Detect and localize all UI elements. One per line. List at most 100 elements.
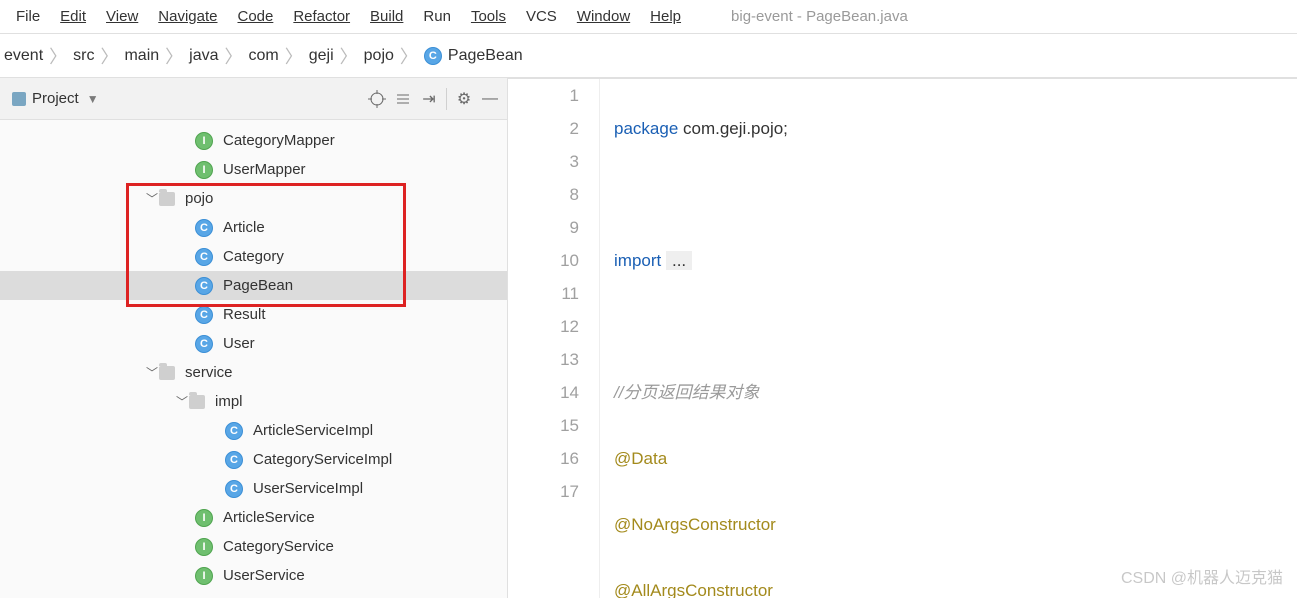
folder-icon (159, 192, 175, 206)
tree-folder-impl[interactable]: ﹀ impl (0, 387, 507, 416)
crumb-5[interactable]: geji (309, 47, 334, 65)
tree-label: ArticleServiceImpl (253, 422, 373, 439)
chevron-right-icon: 〉 (279, 43, 309, 69)
chevron-right-icon: 〉 (394, 43, 424, 69)
tree-label: CategoryMapper (223, 132, 335, 149)
line-number: 14 (508, 376, 579, 409)
tree-item-pagebean[interactable]: C PageBean (0, 271, 507, 300)
tree-item-category[interactable]: C Category (0, 242, 507, 271)
tree-label: CategoryServiceImpl (253, 451, 392, 468)
chevron-down-icon[interactable]: ▼ (87, 92, 99, 106)
class-icon: C (225, 422, 243, 440)
menu-navigate[interactable]: Navigate (148, 8, 227, 25)
line-number: 17 (508, 475, 579, 508)
tree-label: User (223, 335, 255, 352)
class-icon: C (195, 306, 213, 324)
tree-label: service (185, 364, 233, 381)
tree-label: PageBean (223, 277, 293, 294)
tree-item-user[interactable]: C User (0, 329, 507, 358)
crumb-file[interactable]: PageBean (448, 47, 523, 65)
project-label[interactable]: Project (32, 90, 79, 107)
menu-build[interactable]: Build (360, 8, 413, 25)
chevron-right-icon: 〉 (94, 43, 124, 69)
menu-refactor[interactable]: Refactor (283, 8, 360, 25)
crumb-0[interactable]: event (4, 47, 43, 65)
menu-window[interactable]: Window (567, 8, 640, 25)
crumb-4[interactable]: com (249, 47, 279, 65)
chevron-down-icon[interactable]: ﹀ (175, 393, 189, 410)
gutter: 1 2 3 8 9 10 11 12 13 14 15 16 17 (508, 79, 600, 598)
class-icon: C (225, 451, 243, 469)
interface-icon: I (195, 567, 213, 585)
interface-icon: I (195, 538, 213, 556)
menu-file[interactable]: File (6, 8, 50, 25)
line-number: 12 (508, 310, 579, 343)
crumb-3[interactable]: java (189, 47, 218, 65)
project-icon (12, 92, 26, 106)
menu-vcs[interactable]: VCS (516, 8, 567, 25)
line-number: 8 (508, 178, 579, 211)
chevron-right-icon: 〉 (334, 43, 364, 69)
tree-folder-service[interactable]: ﹀ service (0, 358, 507, 387)
line-number: 13 (508, 343, 579, 376)
class-icon: C (195, 277, 213, 295)
class-icon: C (424, 47, 442, 65)
project-header: Project ▼ ⇥ ⚙ — (0, 78, 507, 120)
separator (446, 88, 447, 110)
menu-view[interactable]: View (96, 8, 148, 25)
line-number: 3 (508, 145, 579, 178)
tree-label: UserService (223, 567, 305, 584)
line-number: 16 (508, 442, 579, 475)
class-icon: C (195, 335, 213, 353)
chevron-right-icon: 〉 (43, 43, 73, 69)
tree-label: ArticleService (223, 509, 315, 526)
editor-panel: a× <> ArticleMapper.xml × C CategoryCont… (508, 78, 1297, 598)
class-icon: C (225, 480, 243, 498)
workspace: Project ▼ ⇥ ⚙ — I CategoryMapper I UserM… (0, 78, 1297, 598)
crumb-6[interactable]: pojo (364, 47, 394, 65)
tree-folder-pojo[interactable]: ﹀ pojo (0, 184, 507, 213)
menu-bar: File Edit View Navigate Code Refactor Bu… (0, 0, 1297, 34)
menu-run[interactable]: Run (413, 8, 461, 25)
line-number: 9 (508, 211, 579, 244)
gear-icon[interactable]: ⚙ (451, 86, 477, 112)
folder-icon (189, 395, 205, 409)
tree-item-result[interactable]: C Result (0, 300, 507, 329)
tree-label: UserMapper (223, 161, 306, 178)
tree-label: impl (215, 393, 243, 410)
menu-tools[interactable]: Tools (461, 8, 516, 25)
code-content[interactable]: package com.geji.pojo; import ... //分页返回… (600, 79, 1297, 598)
crumb-1[interactable]: src (73, 47, 94, 65)
chevron-right-icon: 〉 (219, 43, 249, 69)
tree-item-user-service-impl[interactable]: C UserServiceImpl (0, 474, 507, 503)
expand-all-icon[interactable] (390, 86, 416, 112)
line-number: 15 (508, 409, 579, 442)
chevron-down-icon[interactable]: ﹀ (145, 190, 159, 207)
chevron-down-icon[interactable]: ﹀ (145, 364, 159, 381)
locate-icon[interactable] (364, 86, 390, 112)
tree-item-article-service[interactable]: I ArticleService (0, 503, 507, 532)
folder-icon (159, 366, 175, 380)
tree-label: pojo (185, 190, 213, 207)
window-title: big-event - PageBean.java (731, 8, 908, 25)
tree-item-user-service[interactable]: I UserService (0, 561, 507, 590)
breadcrumb[interactable]: event〉 src〉 main〉 java〉 com〉 geji〉 pojo〉… (4, 43, 523, 69)
collapse-all-icon[interactable]: ⇥ (416, 86, 442, 112)
tree-item-category-service-impl[interactable]: C CategoryServiceImpl (0, 445, 507, 474)
project-tree[interactable]: I CategoryMapper I UserMapper ﹀ pojo C A… (0, 120, 507, 598)
line-number: 11 (508, 277, 579, 310)
tree-item-category-mapper[interactable]: I CategoryMapper (0, 126, 507, 155)
minimize-icon[interactable]: — (477, 86, 503, 112)
tree-label: CategoryService (223, 538, 334, 555)
chevron-right-icon: 〉 (159, 43, 189, 69)
menu-edit[interactable]: Edit (50, 8, 96, 25)
tree-item-user-mapper[interactable]: I UserMapper (0, 155, 507, 184)
tree-item-category-service[interactable]: I CategoryService (0, 532, 507, 561)
code-editor[interactable]: 1 2 3 8 9 10 11 12 13 14 15 16 17 packag… (508, 79, 1297, 598)
line-number: 10 (508, 244, 579, 277)
crumb-2[interactable]: main (124, 47, 159, 65)
tree-item-article[interactable]: C Article (0, 213, 507, 242)
menu-code[interactable]: Code (227, 8, 283, 25)
menu-help[interactable]: Help (640, 8, 691, 25)
tree-item-article-service-impl[interactable]: C ArticleServiceImpl (0, 416, 507, 445)
